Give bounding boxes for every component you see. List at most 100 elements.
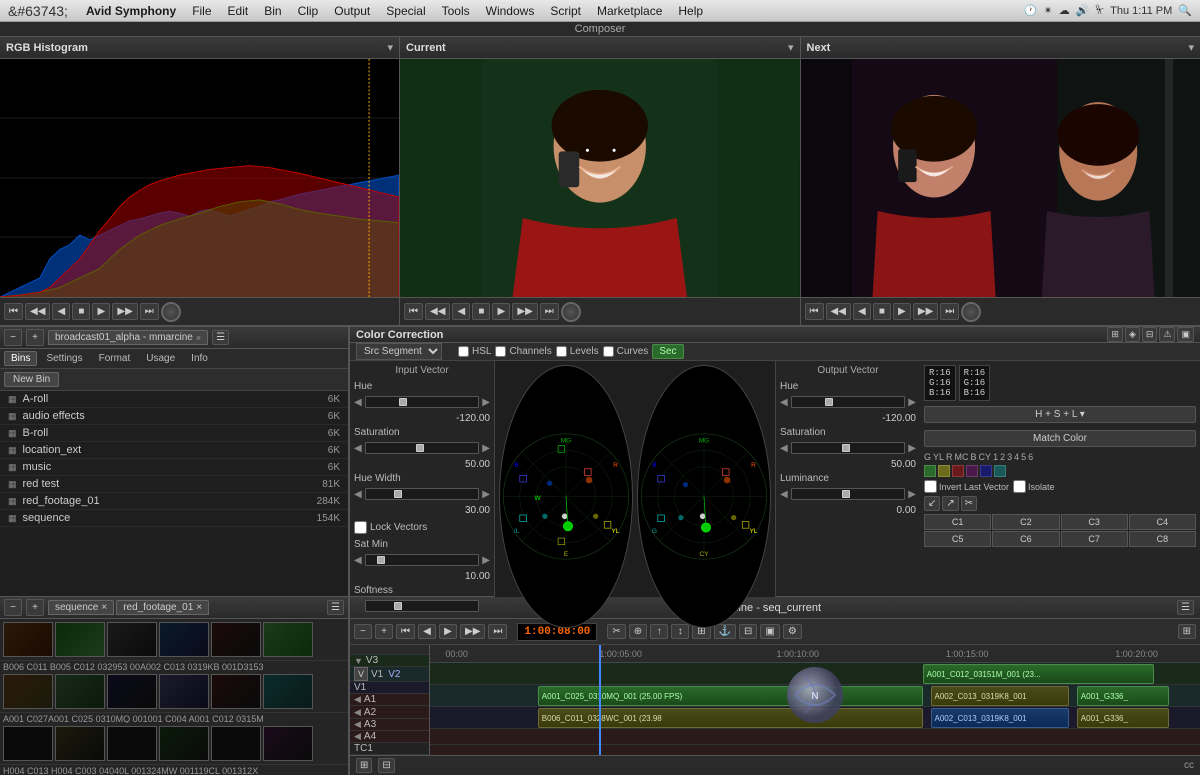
out-sat-right[interactable]: ▶ xyxy=(908,443,916,454)
bin-menu-btn[interactable]: ☰ xyxy=(212,330,229,345)
clip-v2-3[interactable]: A001_G336_ xyxy=(1077,686,1169,706)
btn-stop[interactable]: ■ xyxy=(72,303,90,320)
tab-bins[interactable]: Bins xyxy=(4,351,37,366)
menu-bin[interactable]: Bin xyxy=(256,2,289,20)
nxt-btn-step-fwd[interactable]: ▶▶ xyxy=(913,303,938,320)
c8-btn[interactable]: C8 xyxy=(1129,531,1196,547)
menu-edit[interactable]: Edit xyxy=(220,2,257,20)
btn-step-back[interactable]: ◀◀ xyxy=(25,303,50,320)
hue-slider[interactable] xyxy=(365,396,480,408)
tl-btn-grid[interactable]: ⊞ xyxy=(1178,624,1196,639)
match-color-button[interactable]: Match Color xyxy=(924,430,1196,447)
tl-btn-snap[interactable]: ⊟ xyxy=(739,624,757,639)
sat-arrow-right[interactable]: ▶ xyxy=(482,443,490,454)
hue-width-slider[interactable] xyxy=(365,488,480,500)
nxt-btn-play-back[interactable]: ◀ xyxy=(853,303,871,320)
softness-slider[interactable] xyxy=(365,600,480,612)
list-item[interactable]: ▦ red_footage_01 284K xyxy=(0,493,348,510)
tl-btn-extract[interactable]: ↕ xyxy=(671,624,689,639)
c2-btn[interactable]: C2 xyxy=(992,514,1059,530)
histogram-dropdown-icon[interactable]: ▾ xyxy=(387,41,393,54)
tab-settings[interactable]: Settings xyxy=(39,351,89,366)
out-sat-slider[interactable] xyxy=(791,442,906,454)
channels-checkbox[interactable]: Channels xyxy=(495,346,551,357)
menu-clip[interactable]: Clip xyxy=(290,2,327,20)
hw-arrow-right[interactable]: ▶ xyxy=(482,489,490,500)
btn-play[interactable]: ▶ xyxy=(92,303,110,320)
tab-usage[interactable]: Usage xyxy=(139,351,182,366)
invert-check[interactable] xyxy=(924,480,937,493)
out-hue-left[interactable]: ◀ xyxy=(780,397,788,408)
cc-icon-btn-3[interactable]: ⊟ xyxy=(1142,327,1158,342)
color-dot-g[interactable] xyxy=(924,465,936,477)
color-dot-mc[interactable] xyxy=(966,465,978,477)
list-item[interactable]: ▦ music 6K xyxy=(0,459,348,476)
sm-arrow-right[interactable]: ▶ xyxy=(482,555,490,566)
sat-arrow-left[interactable]: ◀ xyxy=(354,443,362,454)
isolate-check[interactable] xyxy=(1013,480,1026,493)
clip-thumb-h004[interactable] xyxy=(3,726,53,761)
cur-btn-stop[interactable]: ■ xyxy=(472,303,490,320)
hue-arrow-left[interactable]: ◀ xyxy=(354,397,362,408)
clip-thumb-0310mq[interactable] xyxy=(159,674,209,709)
color-dot-yl[interactable] xyxy=(938,465,950,477)
clip-thumb-c025[interactable] xyxy=(107,674,157,709)
saturation-slider[interactable] xyxy=(365,442,480,454)
cc-icon-btn-4[interactable]: ⚠ xyxy=(1159,327,1175,342)
bin-list[interactable]: ▦ A-roll 6K ▦ audio effects 6K ▦ B-roll … xyxy=(0,391,348,596)
current-dropdown-icon[interactable]: ▾ xyxy=(788,41,794,54)
cc-icon-btn-1[interactable]: ⊞ xyxy=(1107,327,1123,342)
curves-checkbox[interactable]: Curves xyxy=(603,346,649,357)
hsl-checkbox[interactable]: HSL xyxy=(458,346,491,357)
list-item[interactable]: ▦ sequence 154K xyxy=(0,510,348,527)
hsl-check[interactable] xyxy=(458,346,469,357)
clip-tab-sequence[interactable]: sequence × xyxy=(48,600,114,615)
tl-btn-end[interactable]: ⏭ xyxy=(488,624,507,639)
clip-thumb-a001[interactable] xyxy=(3,674,53,709)
menu-output[interactable]: Output xyxy=(326,2,378,20)
cc-small-btn-3[interactable]: ✂ xyxy=(961,496,977,511)
clip-minus-btn[interactable]: − xyxy=(4,599,22,616)
c6-btn[interactable]: C6 xyxy=(992,531,1059,547)
menu-help[interactable]: Help xyxy=(670,2,711,20)
tl-btn-play[interactable]: ▶ xyxy=(439,624,457,639)
tl-btn-fwd[interactable]: ▶▶ xyxy=(460,624,485,639)
jog-wheel-left[interactable] xyxy=(161,302,181,322)
out-hue-right[interactable]: ▶ xyxy=(908,397,916,408)
color-dot-r[interactable] xyxy=(952,465,964,477)
track-eye-v2[interactable]: V xyxy=(354,667,368,681)
list-item[interactable]: ▦ B-roll 6K xyxy=(0,425,348,442)
menu-script[interactable]: Script xyxy=(542,2,589,20)
clip-thumb-04040l[interactable] xyxy=(211,726,261,761)
clip-v1-2[interactable]: A002_C013_0319K8_001 xyxy=(931,708,1070,728)
btn-to-start[interactable]: ⏮ xyxy=(4,303,23,320)
curves-check[interactable] xyxy=(603,346,614,357)
color-dot-b[interactable] xyxy=(980,465,992,477)
levels-check[interactable] xyxy=(556,346,567,357)
cc-icon-btn-5[interactable]: ▣ xyxy=(1177,327,1194,342)
cc-icon-btn-2[interactable]: ◈ xyxy=(1125,327,1140,342)
clip-v1-3[interactable]: A001_G336_ xyxy=(1077,708,1169,728)
lock-vectors-label[interactable]: Lock Vectors xyxy=(354,521,490,534)
tl-btn-lift[interactable]: ↑ xyxy=(650,624,668,639)
sm-arrow-left[interactable]: ◀ xyxy=(354,555,362,566)
clip-thumb-c004[interactable] xyxy=(263,674,313,709)
c4-btn[interactable]: C4 xyxy=(1129,514,1196,530)
clip-thumb-001001[interactable] xyxy=(211,674,261,709)
hw-arrow-left[interactable]: ◀ xyxy=(354,489,362,500)
next-dropdown-icon[interactable]: ▾ xyxy=(1188,41,1194,54)
clip-tab-red-footage[interactable]: red_footage_01 × xyxy=(116,600,209,615)
bin-tab-close[interactable]: × xyxy=(196,333,201,343)
menu-marketplace[interactable]: Marketplace xyxy=(589,2,670,20)
isolate-label[interactable]: Isolate xyxy=(1013,480,1055,493)
invert-label[interactable]: Invert Last Vector xyxy=(924,480,1009,493)
tab-info[interactable]: Info xyxy=(184,351,215,366)
menu-special[interactable]: Special xyxy=(378,2,433,20)
tl-btn-plus[interactable]: + xyxy=(375,624,393,639)
clip-thumb-b005[interactable] xyxy=(107,622,157,657)
menu-file[interactable]: File xyxy=(184,2,219,20)
tl-btn-back[interactable]: ◀ xyxy=(418,624,436,639)
nxt-btn-to-start[interactable]: ⏮ xyxy=(805,303,824,320)
clip-thumb-c013[interactable] xyxy=(55,726,105,761)
cur-btn-play-back[interactable]: ◀ xyxy=(452,303,470,320)
